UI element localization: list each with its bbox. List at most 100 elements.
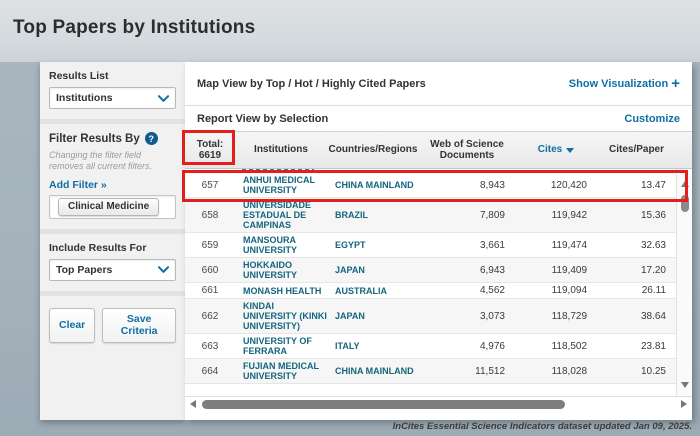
sort-desc-icon [566, 148, 574, 153]
docs-cell: 4,562 [419, 285, 515, 296]
col-header-institutions[interactable]: Institutions [235, 144, 327, 156]
include-results-select[interactable]: Top Papers [49, 259, 176, 281]
country-link[interactable]: CHINA MAINLAND [327, 180, 419, 190]
cites-cell: 120,420 [515, 180, 597, 191]
cites-paper-cell: 26.11 [597, 285, 676, 296]
chevron-down-icon [158, 266, 169, 273]
institution-link[interactable]: MANSOURA UNIVERSITY [235, 235, 327, 255]
results-list-select[interactable]: Institutions [49, 87, 176, 109]
save-criteria-button[interactable]: Save Criteria [102, 308, 176, 343]
institution-link[interactable]: FUJIAN MEDICAL UNIVERSITY [235, 361, 327, 381]
show-visualization-link[interactable]: Show Visualization + [569, 78, 680, 90]
rank-cell: 664 [185, 366, 235, 377]
institution-link[interactable]: ANHUI MEDICAL UNIVERSITY [235, 175, 327, 195]
docs-cell: 3,661 [419, 240, 515, 251]
col-header-docs[interactable]: Web of Science Documents [419, 139, 515, 162]
cites-cell: 118,729 [515, 311, 597, 322]
scroll-left-icon[interactable] [190, 400, 196, 408]
rank-cell: 662 [185, 311, 235, 322]
help-icon[interactable]: ? [145, 132, 158, 145]
country-link[interactable]: CHINA MAINLAND [327, 366, 419, 376]
cites-cell: 119,409 [515, 265, 597, 276]
country-link[interactable]: BRAZIL [327, 210, 419, 220]
country-link[interactable]: EGYPT [327, 240, 419, 250]
docs-cell: 6,943 [419, 265, 515, 276]
table-row[interactable]: 660 HOKKAIDO UNIVERSITY JAPAN 6,943 119,… [185, 258, 676, 283]
horizontal-scroll-thumb[interactable] [202, 400, 565, 409]
filter-heading: Filter Results By [49, 133, 140, 145]
customize-link[interactable]: Customize [624, 113, 680, 125]
col-header-cites[interactable]: Cites [515, 144, 597, 156]
table-row[interactable]: 657 ANHUI MEDICAL UNIVERSITY CHINA MAINL… [185, 173, 676, 198]
docs-cell: 4,976 [419, 341, 515, 352]
cites-paper-cell: 17.20 [597, 265, 676, 276]
clear-button[interactable]: Clear [49, 308, 95, 343]
rank-cell: 661 [185, 285, 235, 296]
cites-paper-cell: 38.64 [597, 311, 676, 322]
institution-link[interactable]: UNIVERSIDADE ESTADUAL DE CAMPINAS [235, 200, 327, 230]
scroll-up-icon[interactable] [681, 181, 689, 187]
clipped-previous-row [185, 169, 676, 173]
map-view-bar: Map View by Top / Hot / Highly Cited Pap… [185, 62, 692, 106]
table-row[interactable]: 664 FUJIAN MEDICAL UNIVERSITY CHINA MAIN… [185, 359, 676, 384]
vertical-scrollbar[interactable] [676, 169, 692, 396]
country-link[interactable]: ITALY [327, 341, 419, 351]
report-view-bar: Report View by Selection Customize [185, 106, 692, 131]
cites-header-label: Cites [538, 144, 562, 156]
filter-note: Changing the filter field removes all cu… [49, 150, 176, 173]
cites-paper-cell: 10.25 [597, 366, 676, 377]
cites-paper-cell: 23.81 [597, 341, 676, 352]
cites-cell: 119,942 [515, 210, 597, 221]
add-filter-link[interactable]: Add Filter » [49, 179, 176, 191]
col-header-cites-paper[interactable]: Cites/Paper [597, 144, 676, 156]
main-panel: Map View by Top / Hot / Highly Cited Pap… [185, 62, 692, 420]
vertical-scroll-thumb[interactable] [681, 195, 689, 212]
horizontal-scroll-track[interactable] [200, 400, 677, 409]
active-filter-tag[interactable]: Clinical Medicine [58, 198, 159, 216]
results-list-label: Results List [49, 70, 176, 82]
table-row[interactable]: 659 MANSOURA UNIVERSITY EGYPT 3,661 119,… [185, 233, 676, 258]
sidebar-buttons-section: Clear Save Criteria [40, 296, 185, 353]
rank-cell: 657 [185, 180, 235, 191]
results-list-selected-value: Institutions [56, 92, 113, 104]
show-visualization-label: Show Visualization [569, 78, 668, 90]
docs-cell: 3,073 [419, 311, 515, 322]
docs-cell: 8,943 [419, 180, 515, 191]
scroll-right-icon[interactable] [681, 400, 687, 408]
horizontal-scrollbar[interactable] [185, 396, 692, 411]
dataset-update-note: InCites Essential Science Indicators dat… [393, 421, 692, 432]
scroll-down-icon[interactable] [681, 382, 689, 388]
cites-cell: 119,094 [515, 285, 597, 296]
filter-section: Filter Results By ? Changing the filter … [40, 124, 185, 234]
table-body: 657 ANHUI MEDICAL UNIVERSITY CHINA MAINL… [185, 169, 676, 396]
table-row[interactable]: 661 MONASH HEALTH AUSTRALIA 4,562 119,09… [185, 283, 676, 299]
table-row[interactable]: 663 UNIVERSITY OF FERRARA ITALY 4,976 11… [185, 334, 676, 359]
sidebar: Results List Institutions Filter Results… [40, 62, 185, 420]
institution-link[interactable]: HOKKAIDO UNIVERSITY [235, 260, 327, 280]
report-view-label: Report View by Selection [197, 113, 328, 125]
docs-cell: 7,809 [419, 210, 515, 221]
table-header: Total: 6619 Institutions Countries/Regio… [185, 131, 692, 169]
country-link[interactable]: AUSTRALIA [327, 286, 419, 296]
total-header-cell: Total: 6619 [185, 139, 235, 162]
table-row[interactable]: 658 UNIVERSIDADE ESTADUAL DE CAMPINAS BR… [185, 198, 676, 233]
institution-link[interactable]: KINDAI UNIVERSITY (KINKI UNIVERSITY) [235, 301, 327, 331]
page-title: Top Papers by Institutions [13, 17, 255, 39]
cites-paper-cell: 32.63 [597, 240, 676, 251]
table-row[interactable]: 662 KINDAI UNIVERSITY (KINKI UNIVERSITY)… [185, 299, 676, 334]
institution-link[interactable]: UNIVERSITY OF FERRARA [235, 336, 327, 356]
include-results-selected-value: Top Papers [56, 264, 112, 276]
docs-cell: 11,512 [419, 366, 515, 377]
map-view-label: Map View by Top / Hot / Highly Cited Pap… [197, 78, 426, 90]
country-link[interactable]: JAPAN [327, 311, 419, 321]
rank-cell: 663 [185, 341, 235, 352]
cites-cell: 118,028 [515, 366, 597, 377]
total-value: 6619 [185, 150, 235, 162]
col-header-countries[interactable]: Countries/Regions [327, 144, 419, 156]
country-link[interactable]: JAPAN [327, 265, 419, 275]
institution-link[interactable]: MONASH HEALTH [235, 286, 327, 296]
filter-field[interactable]: Clinical Medicine [49, 195, 176, 219]
cites-cell: 118,502 [515, 341, 597, 352]
cites-paper-cell: 13.47 [597, 180, 676, 191]
chevron-down-icon [158, 95, 169, 102]
